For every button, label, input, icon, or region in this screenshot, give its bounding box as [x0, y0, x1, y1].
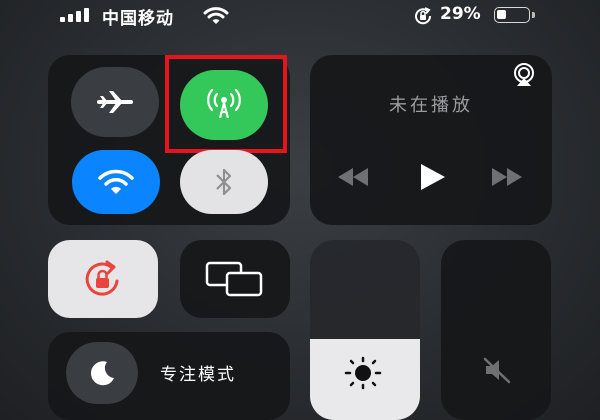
orientation-lock-icon [85, 260, 119, 296]
volume-slider[interactable] [441, 240, 551, 420]
orientation-lock-icon [415, 7, 432, 25]
focus-icon-circle [66, 342, 138, 404]
screen-mirroring-icon [205, 261, 263, 297]
battery-icon [494, 7, 530, 23]
highlight-box [165, 55, 287, 153]
signal-icon [60, 8, 96, 22]
sun-icon [344, 356, 382, 390]
mute-icon [483, 357, 511, 384]
focus-mode-label: 专注模式 [160, 365, 236, 385]
battery-percentage: 29% [440, 4, 481, 24]
airplay-icon[interactable] [511, 63, 537, 87]
screen-mirroring-button[interactable] [180, 240, 290, 318]
wifi-icon [203, 7, 229, 24]
previous-icon[interactable] [336, 168, 370, 186]
carrier-name: 中国移动 [102, 9, 174, 29]
status-bar: 中国移动 29% [0, 0, 600, 34]
wifi-icon [98, 169, 134, 194]
wifi-button[interactable] [72, 150, 160, 214]
bluetooth-button[interactable] [180, 150, 268, 214]
battery-tip [532, 12, 535, 18]
airplane-icon [97, 91, 133, 113]
now-playing-label: 未在播放 [389, 95, 473, 116]
brightness-slider[interactable] [310, 240, 420, 420]
orientation-lock-button[interactable] [48, 240, 158, 318]
moon-icon [90, 361, 114, 386]
play-icon[interactable] [418, 163, 446, 191]
bluetooth-icon [216, 168, 232, 196]
airplane-mode-button[interactable] [71, 67, 159, 137]
next-icon[interactable] [490, 168, 524, 186]
battery-fill [497, 10, 506, 19]
